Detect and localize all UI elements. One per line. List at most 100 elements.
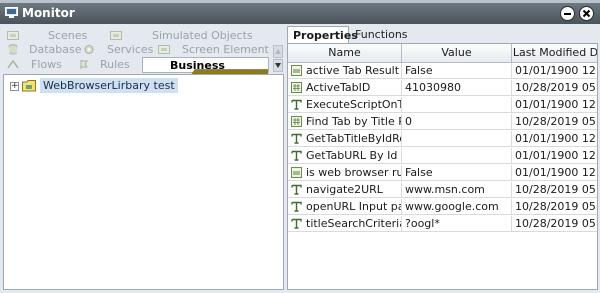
property-name-cell: ExecuteScriptOnTab [288,97,402,113]
tab-simulated-objects[interactable]: Simulated Objects [110,29,270,43]
minimize-button[interactable] [560,6,575,21]
property-name: is web browser runn [306,166,401,179]
property-name: ActiveTabID [306,81,371,94]
last-modified-cell: 01/01/1900 12: [515,132,598,145]
property-name: GetTabTitleByIdRes [306,132,402,145]
text-type-icon [291,201,302,212]
window-titlebar[interactable]: Monitor [0,3,600,24]
property-name-cell: openURL Input para [288,199,402,215]
property-name: active Tab Result [306,64,400,77]
property-value-cell[interactable]: www.google.com [402,199,512,215]
last-modified-cell: 10/28/2019 05: [515,81,598,94]
number-type-icon [291,116,302,127]
property-name-cell: ActiveTabID [288,80,402,96]
last-modified-cell: 01/01/1900 12: [515,149,598,162]
table-row[interactable]: active Tab Result False 01/01/1900 12: [288,63,598,79]
flows-icon [7,59,19,69]
tabs-scroll-up-button[interactable] [273,45,283,58]
last-modified-cell: 01/01/1900 12: [515,98,598,111]
tab-database[interactable]: Database [7,43,82,57]
properties-grid: Name Value Last Modified D active Tab Re… [287,43,598,290]
property-name: titleSearchCriteria [306,217,402,230]
property-name: GetTabURL By Id Re [306,149,401,162]
close-button[interactable] [579,6,594,21]
tab-services[interactable]: Services [83,43,153,57]
table-row[interactable]: openURL Input parawww.google.com10/28/20… [288,199,598,215]
column-header-name[interactable]: Name [288,44,402,63]
property-value-cell[interactable]: 41030980 [402,80,512,96]
tab-business-entities[interactable]: Business Entities [142,57,269,165]
table-row[interactable]: navigate2URL www.msn.com 10/28/2019 05: [288,182,598,198]
last-modified-cell: 10/28/2019 05: [515,217,598,230]
property-name-cell: GetTabTitleByIdRes [288,131,402,147]
simulated-objects-icon [110,31,122,40]
expand-toggle[interactable]: + [10,82,19,91]
table-row[interactable]: Find Tab by Title RE010/28/2019 05: [288,114,598,130]
property-value-cell[interactable] [402,97,512,113]
tab-functions[interactable]: Functions [350,26,410,43]
boolean-type-icon [291,65,302,76]
screen-element-icon [158,45,170,54]
property-name-cell: GetTabURL By Id Re [288,148,402,164]
entity-tree[interactable]: + WebBrowserLirbary test [3,74,284,290]
close-icon [582,9,591,18]
table-row[interactable]: titleSearchCriteria ?oogl* 10/28/2019 05: [288,216,598,232]
property-name-cell: active Tab Result [288,63,402,79]
tab-properties[interactable]: Properties [287,26,358,43]
tab-rules[interactable]: Rules [78,58,138,72]
text-type-icon [291,150,302,161]
property-name: openURL Input para [306,200,401,213]
property-value-cell[interactable] [402,148,512,164]
property-name: ExecuteScriptOnTab [306,98,402,111]
last-modified-cell: 10/28/2019 05: [515,115,598,128]
boolean-type-icon [291,167,302,178]
left-pane: Scenes Simulated Objects Database Servic… [3,28,284,290]
tab-scenes[interactable]: Scenes [7,29,127,43]
property-value-cell[interactable]: ?oogl* [402,216,512,232]
property-value-cell[interactable] [402,131,512,147]
last-modified-cell: 01/01/1900 12: [515,64,598,77]
text-type-icon [291,133,302,144]
property-value-cell[interactable]: False [402,165,512,181]
property-name: Find Tab by Title RE [306,115,401,128]
tab-flows[interactable]: Flows [7,58,67,72]
scenes-icon [7,31,19,40]
object-type-tabs: Scenes Simulated Objects Database Servic… [3,28,284,165]
last-modified-cell: 01/01/1900 12: [515,166,598,179]
arrow-down-icon [275,63,281,68]
minimize-icon [564,13,571,15]
column-header-last-modified[interactable]: Last Modified D [512,44,597,63]
window-title: Monitor [22,6,75,20]
text-type-icon [291,218,302,229]
table-row[interactable]: is web browser runnFalse01/01/1900 12: [288,165,598,181]
property-name-cell: titleSearchCriteria [288,216,402,232]
table-row[interactable]: ActiveTabID 41030980 10/28/2019 05: [288,80,598,96]
database-icon [8,44,18,55]
property-value-cell[interactable]: False [402,63,512,79]
table-row[interactable]: GetTabTitleByIdRes 01/01/1900 12: [288,131,598,147]
table-row[interactable]: GetTabURL By Id Re 01/01/1900 12: [288,148,598,164]
text-type-icon [291,184,302,195]
last-modified-cell: 10/28/2019 05: [515,183,598,196]
table-row[interactable]: ExecuteScriptOnTab 01/01/1900 12: [288,97,598,113]
rules-icon [80,60,88,69]
property-name-cell: Find Tab by Title RE [288,114,402,130]
grid-header: Name Value Last Modified D [288,44,597,63]
arrow-up-icon [275,49,281,54]
property-name-cell: is web browser runn [288,165,402,181]
text-type-icon [291,99,302,110]
services-icon [84,45,94,54]
property-name-cell: navigate2URL [288,182,402,198]
business-entity-folder-icon [22,80,36,92]
tree-item-label[interactable]: WebBrowserLirbary test [40,78,178,93]
property-value-cell[interactable]: www.msn.com [402,182,512,198]
tab-screen-element[interactable]: Screen Element [158,43,270,57]
tabs-scroll-down-button[interactable] [273,59,283,72]
last-modified-cell: 10/28/2019 05: [515,200,598,213]
property-name: navigate2URL [306,183,383,196]
property-value-cell[interactable]: 0 [402,114,512,130]
column-header-value[interactable]: Value [402,44,512,63]
right-pane: Properties Functions Name Value Last Mod… [287,26,598,290]
number-type-icon [291,82,302,93]
monitor-icon [5,7,18,18]
